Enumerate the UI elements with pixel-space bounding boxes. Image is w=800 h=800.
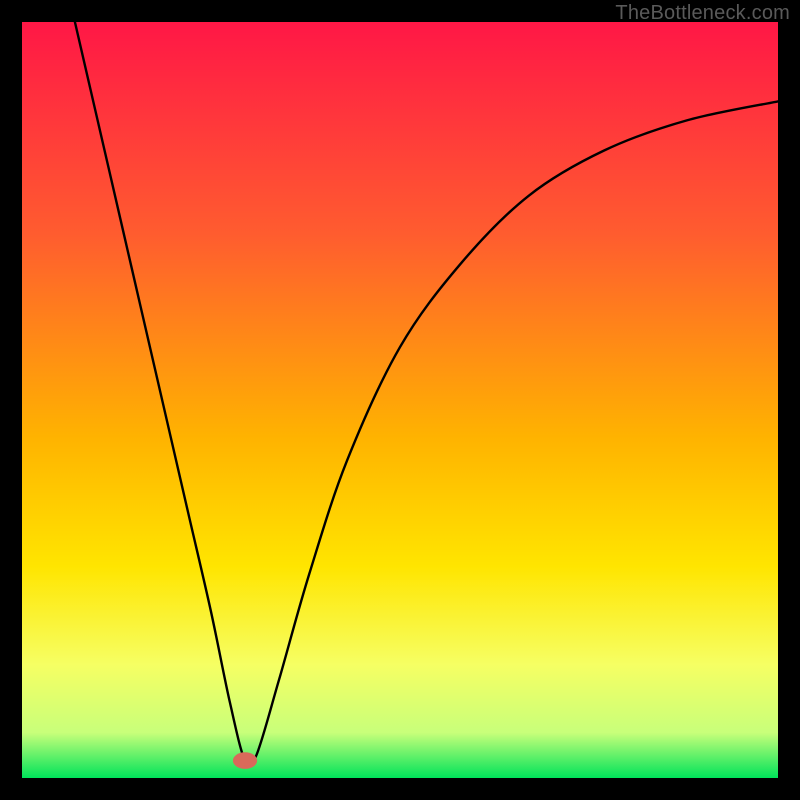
chart-frame: [22, 22, 778, 778]
chart-background: [22, 22, 778, 778]
chart-svg: [22, 22, 778, 778]
curve-minimum-marker: [233, 752, 257, 769]
watermark-text: TheBottleneck.com: [615, 2, 790, 25]
